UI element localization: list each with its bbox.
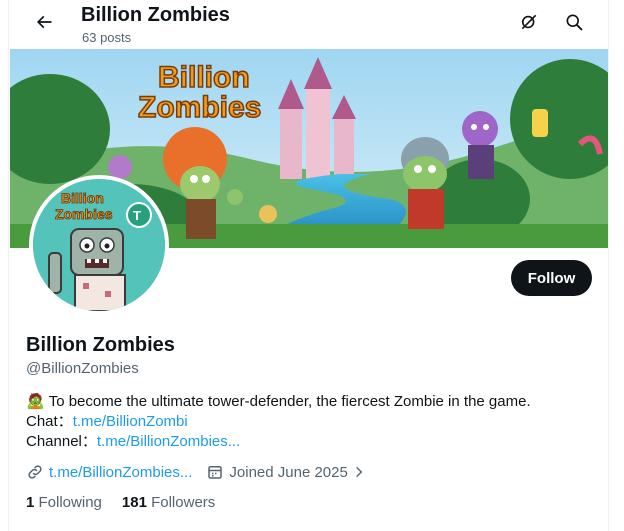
follow-button[interactable]: Follow <box>511 260 592 296</box>
website-link[interactable]: t.me/BillionZombies... <box>49 464 192 481</box>
banner-logo-line2: Zombies <box>138 91 261 124</box>
profile-stats: 1 Following 181 Followers <box>26 494 235 511</box>
zombie-helmet-illustration <box>401 137 449 229</box>
post-count: 63 posts <box>82 30 132 45</box>
channel-link[interactable]: t.me/BillionZombies... <box>97 432 240 452</box>
profile-column: Billion Zombies 63 posts Billion Zombies… <box>8 0 609 531</box>
channel-label: Channel： <box>26 433 97 450</box>
chat-link[interactable]: t.me/BillionZombi <box>73 412 188 432</box>
followers-count: 181 <box>121 494 147 511</box>
header-title: Billion Zombies <box>81 4 230 26</box>
following-count: 1 <box>26 494 35 511</box>
link-icon <box>26 463 44 481</box>
back-arrow-icon <box>34 12 54 37</box>
svg-text:T: T <box>133 208 141 223</box>
joined-date: Joined June 2025 <box>229 463 348 481</box>
search-button[interactable] <box>558 8 590 40</box>
profile-meta: t.me/BillionZombies... Joined June 2025 <box>26 462 385 482</box>
back-button[interactable] <box>28 8 60 40</box>
bio: 🧟 To become the ultimate tower-defender,… <box>26 392 531 452</box>
joined-item[interactable]: Joined June 2025 <box>206 463 370 481</box>
followers-stat[interactable]: 181 Followers <box>122 494 215 511</box>
following-label: Following <box>38 494 102 511</box>
avatar[interactable]: Billion Zombies T <box>29 175 169 315</box>
website-item[interactable]: t.me/BillionZombies... <box>26 463 192 481</box>
avatar-logo-line1: Billion <box>61 190 104 206</box>
avatar-logo-line2: Zombies <box>55 206 113 222</box>
followers-label: Followers <box>151 494 216 511</box>
display-name: Billion Zombies <box>26 334 175 356</box>
chevron-right-icon <box>352 465 366 479</box>
avatar-image: Billion Zombies T <box>33 179 165 311</box>
handle: @BillionZombies <box>26 360 139 377</box>
grok-icon <box>519 12 539 37</box>
search-icon <box>564 12 584 37</box>
zombie-emoji: 🧟 <box>26 393 45 410</box>
following-stat[interactable]: 1 Following <box>26 494 102 511</box>
banner-logo-line1: Billion <box>158 61 250 94</box>
calendar-icon <box>206 463 224 481</box>
grok-button[interactable] <box>513 8 545 40</box>
chat-label: Chat： <box>26 413 73 430</box>
bio-description: To become the ultimate tower-defender, t… <box>48 393 531 410</box>
